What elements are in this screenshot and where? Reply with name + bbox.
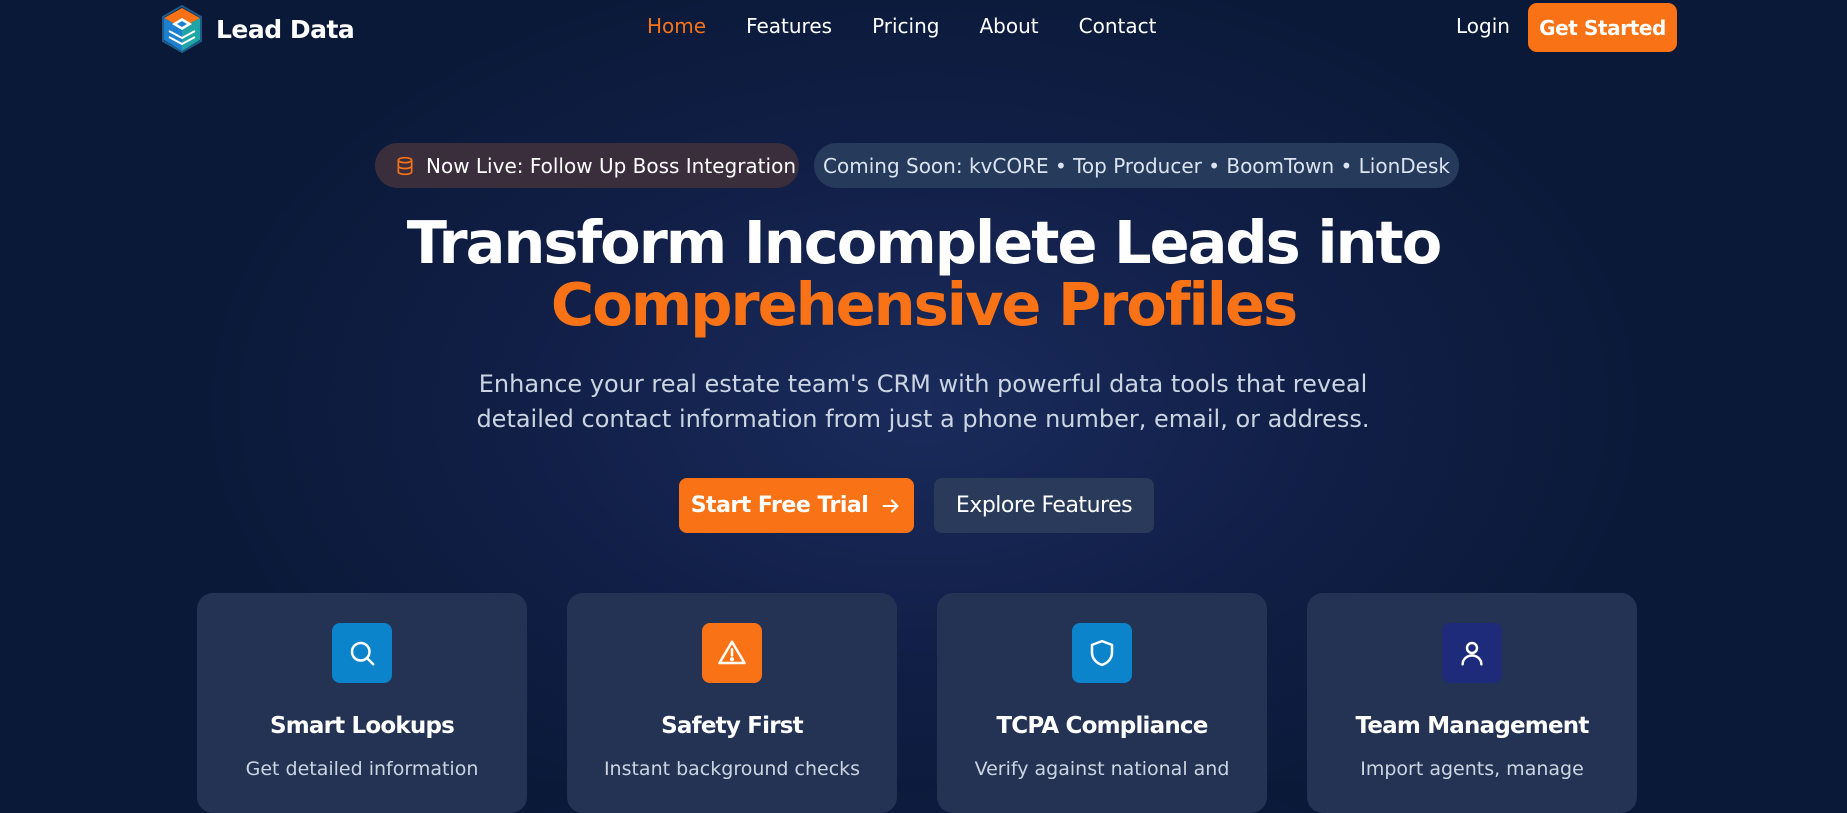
shield-icon — [1090, 639, 1114, 667]
feature-title: Team Management — [1355, 713, 1589, 739]
now-live-badge[interactable]: Now Live: Follow Up Boss Integration — [375, 143, 799, 188]
hero-headline-highlight: Comprehensive Profiles — [550, 270, 1298, 339]
lead-data-logo-icon — [162, 4, 202, 54]
nav-link-home[interactable]: Home — [647, 14, 706, 38]
feature-card-team-management: Team Management Import agents, manage — [1307, 593, 1637, 813]
feature-title: Safety First — [661, 713, 804, 739]
brand-link[interactable]: Lead Data — [160, 4, 355, 54]
feature-title: TCPA Compliance — [996, 713, 1208, 739]
search-icon — [350, 641, 375, 666]
login-link[interactable]: Login — [1456, 14, 1510, 38]
start-free-trial-label: Start Free Trial — [690, 493, 869, 518]
feature-card-tcpa-compliance: TCPA Compliance Verify against national … — [937, 593, 1267, 813]
coming-soon-badge: Coming Soon: kvCORE • Top Producer • Boo… — [814, 143, 1459, 188]
top-navigation: Lead Data Home Features Pricing About Co… — [0, 0, 1847, 56]
hero-subtext: Enhance your real estate team's CRM with… — [476, 370, 1370, 433]
start-free-trial-button[interactable]: Start Free Trial — [679, 478, 914, 533]
feature-card-smart-lookups: Smart Lookups Get detailed information — [197, 593, 527, 813]
now-live-text: Now Live: Follow Up Boss Integration — [426, 153, 796, 178]
feature-title: Smart Lookups — [269, 713, 455, 739]
coming-soon-text: Coming Soon: kvCORE • Top Producer • Boo… — [823, 153, 1450, 178]
card-icon-box — [702, 623, 762, 683]
card-icon-box — [1072, 623, 1132, 683]
nav-link-features[interactable]: Features — [746, 14, 832, 38]
feature-description: Verify against national and — [974, 758, 1230, 780]
nav-link-pricing[interactable]: Pricing — [872, 14, 939, 38]
card-icon-box — [1442, 623, 1502, 683]
warning-icon — [718, 640, 746, 665]
nav-links: Home Features Pricing About Contact — [647, 14, 1196, 38]
nav-link-contact[interactable]: Contact — [1079, 14, 1157, 38]
hero-headline: Transform Incomplete Leads into Comprehe… — [0, 212, 1847, 336]
feature-description: Get detailed information — [245, 758, 479, 780]
feature-description: Import agents, manage — [1360, 758, 1584, 780]
nav-link-about[interactable]: About — [979, 14, 1038, 38]
hero-headline-line1: Transform Incomplete Leads into — [406, 208, 1443, 277]
feature-card-safety-first: Safety First Instant background checks — [567, 593, 897, 813]
get-started-button[interactable]: Get Started — [1528, 3, 1677, 52]
database-icon — [397, 156, 413, 175]
card-icon-box — [332, 623, 392, 683]
brand-name: Lead Data — [216, 14, 355, 44]
arrow-right-icon — [882, 498, 899, 513]
user-icon — [1461, 641, 1483, 666]
feature-description: Instant background checks — [603, 758, 861, 780]
explore-features-button[interactable]: Explore Features — [934, 478, 1154, 533]
